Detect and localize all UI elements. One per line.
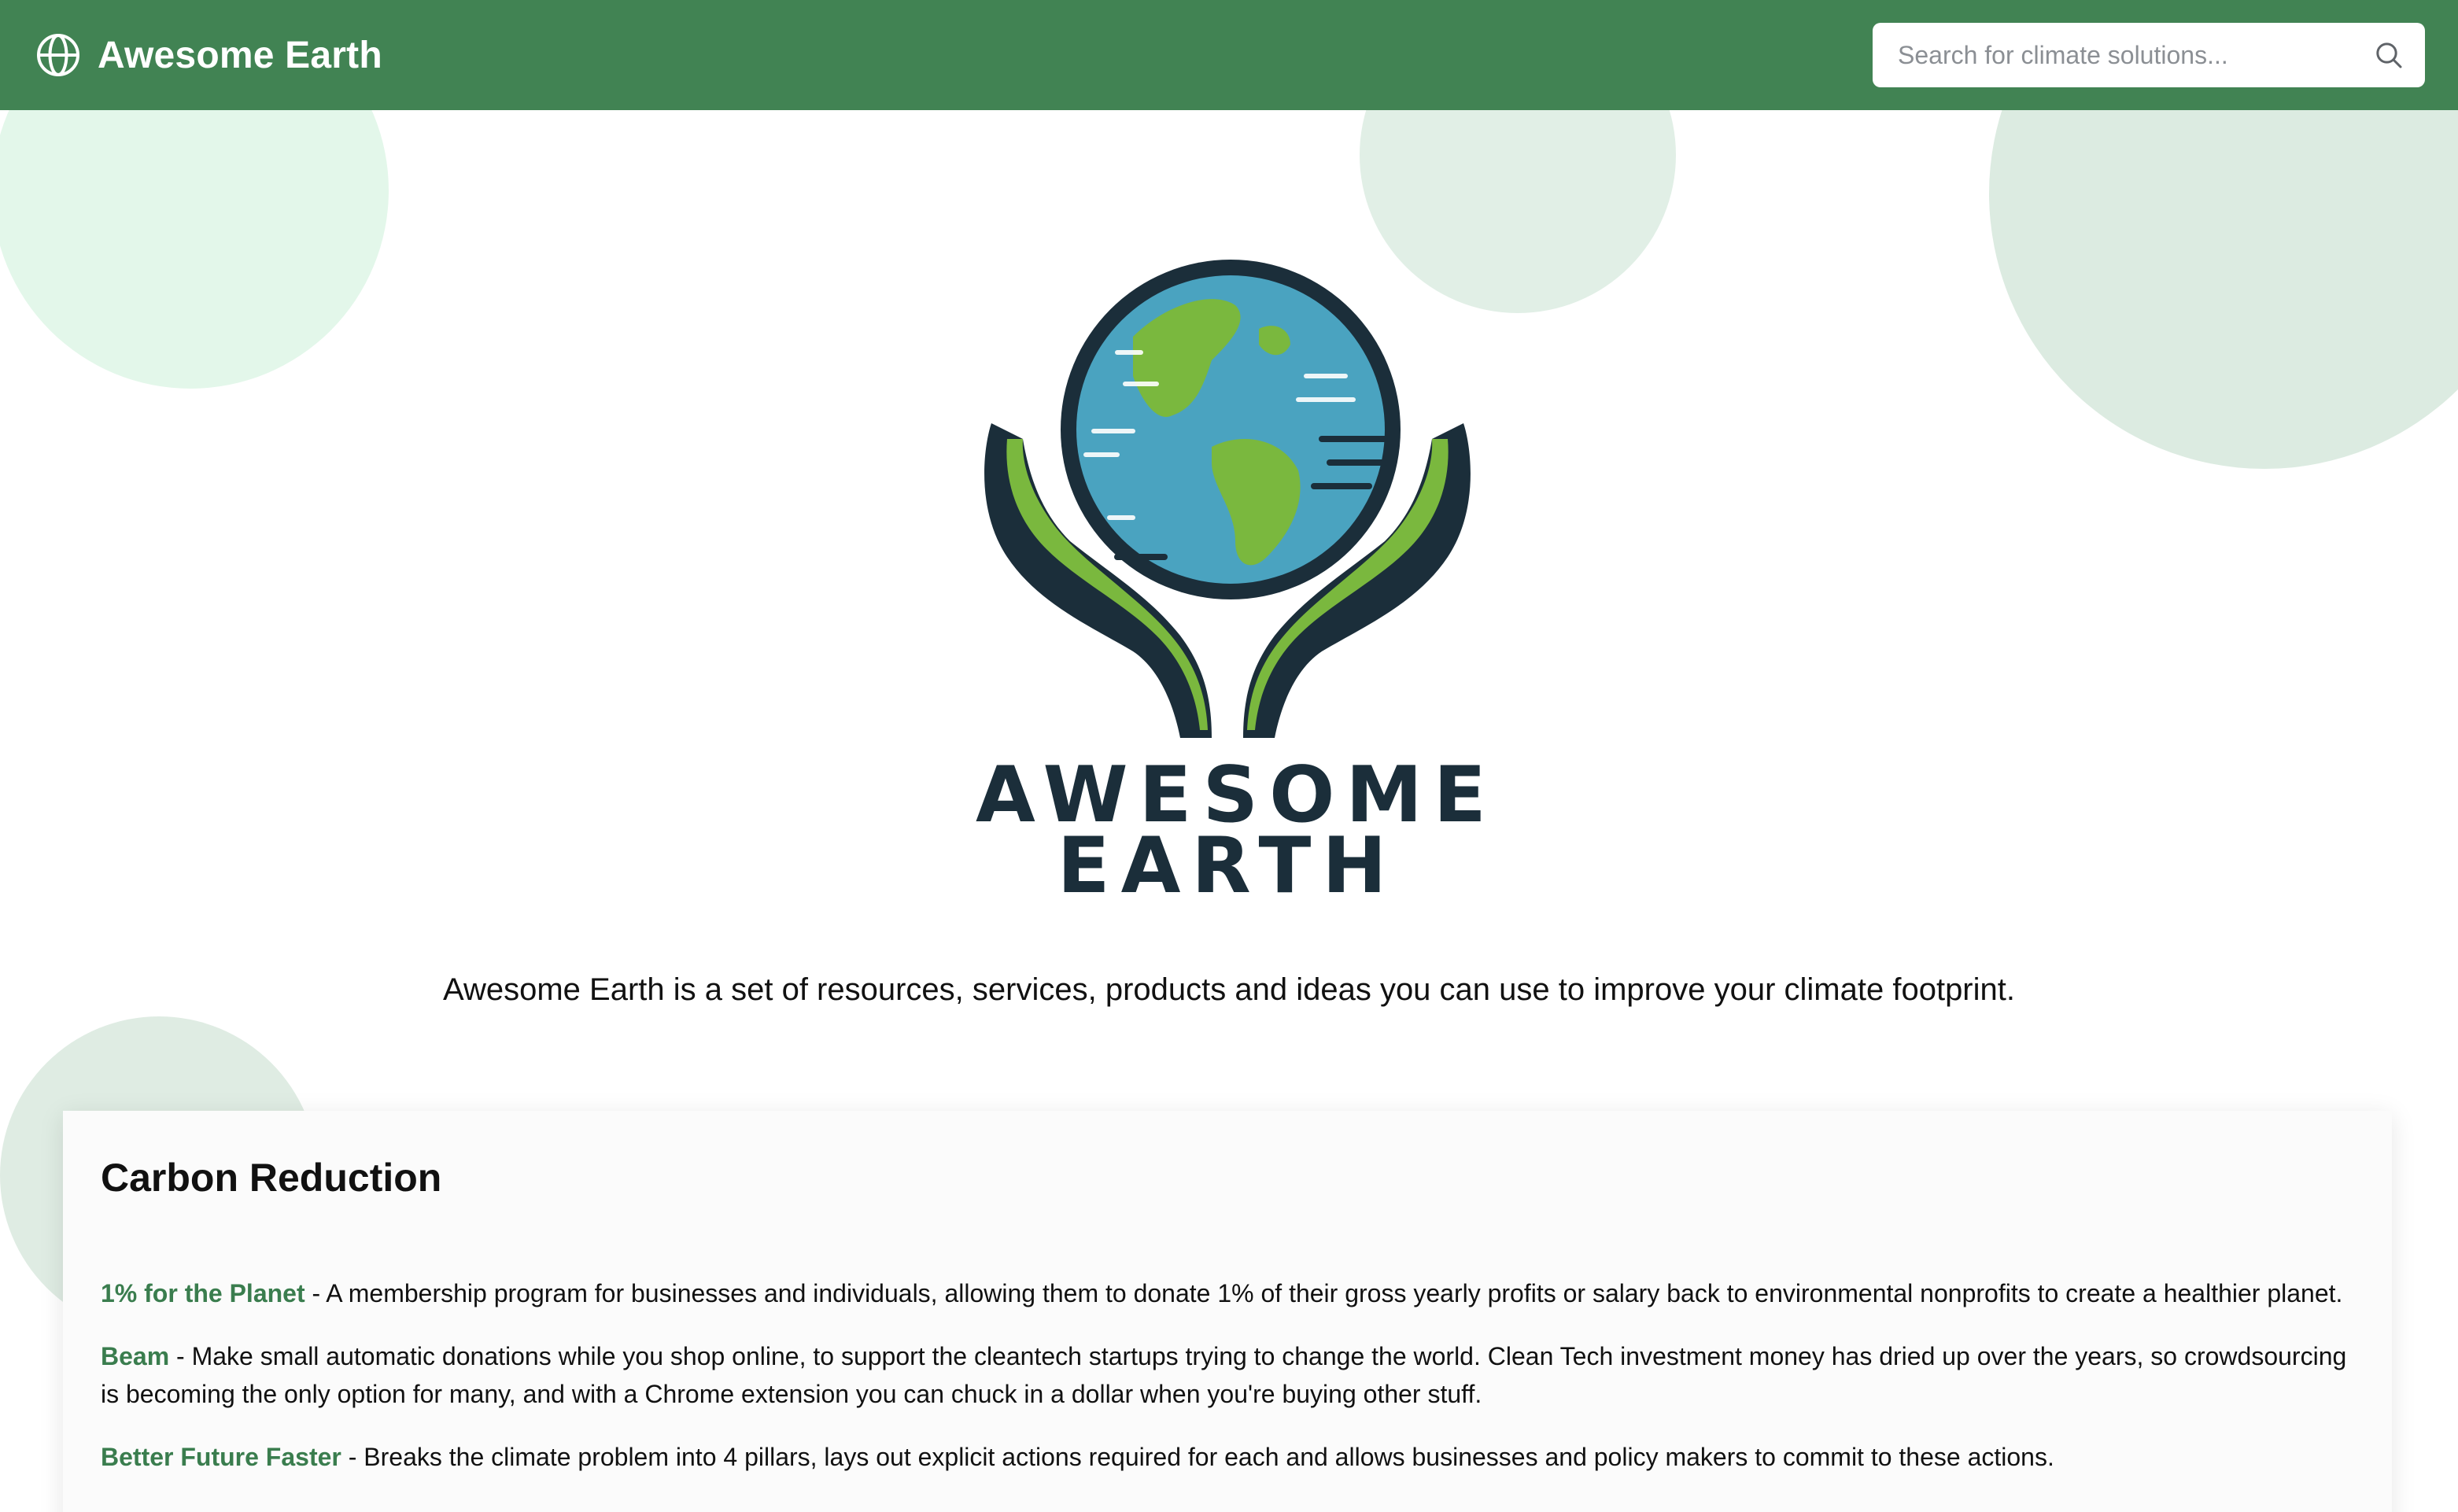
resource-description: A membership program for businesses and … xyxy=(326,1279,2343,1307)
list-item: Beam - Make small automatic donations wh… xyxy=(101,1337,2354,1413)
list-item: Better Future Faster - Breaks the climat… xyxy=(101,1438,2354,1476)
resource-link[interactable]: Better Future Faster xyxy=(101,1443,341,1471)
globe-icon xyxy=(37,34,79,76)
resource-description: Make small automatic donations while you… xyxy=(101,1342,2347,1408)
app-title: Awesome Earth xyxy=(98,34,382,76)
entry-separator: - xyxy=(169,1342,192,1370)
resource-link[interactable]: 1% for the Planet xyxy=(101,1279,305,1307)
search-box[interactable] xyxy=(1873,23,2425,87)
resource-description: Breaks the climate problem into 4 pillar… xyxy=(364,1443,2054,1471)
awesome-earth-logo: AWESOME EARTH xyxy=(976,258,1486,905)
entry-separator: - xyxy=(304,1279,327,1307)
search-icon[interactable] xyxy=(2373,39,2404,71)
top-navbar: Awesome Earth xyxy=(0,0,2458,110)
section-title: Carbon Reduction xyxy=(101,1156,442,1200)
resource-link[interactable]: Beam xyxy=(101,1342,169,1370)
earth-in-hands-icon xyxy=(984,260,1471,746)
logo-wordmark-line2: EARTH xyxy=(1057,821,1398,911)
brand-home-link[interactable]: Awesome Earth xyxy=(35,31,382,79)
hero-tagline: Awesome Earth is a set of resources, ser… xyxy=(443,972,2015,1007)
list-item: 1% for the Planet - A membership program… xyxy=(101,1274,2354,1312)
carbon-reduction-card: Carbon Reduction 1% for the Planet - A m… xyxy=(63,1111,2392,1512)
search-input[interactable] xyxy=(1898,40,2373,70)
page: Awesome Earth Search for climate solutio… xyxy=(0,0,2458,1512)
entry-separator: - xyxy=(341,1443,364,1471)
